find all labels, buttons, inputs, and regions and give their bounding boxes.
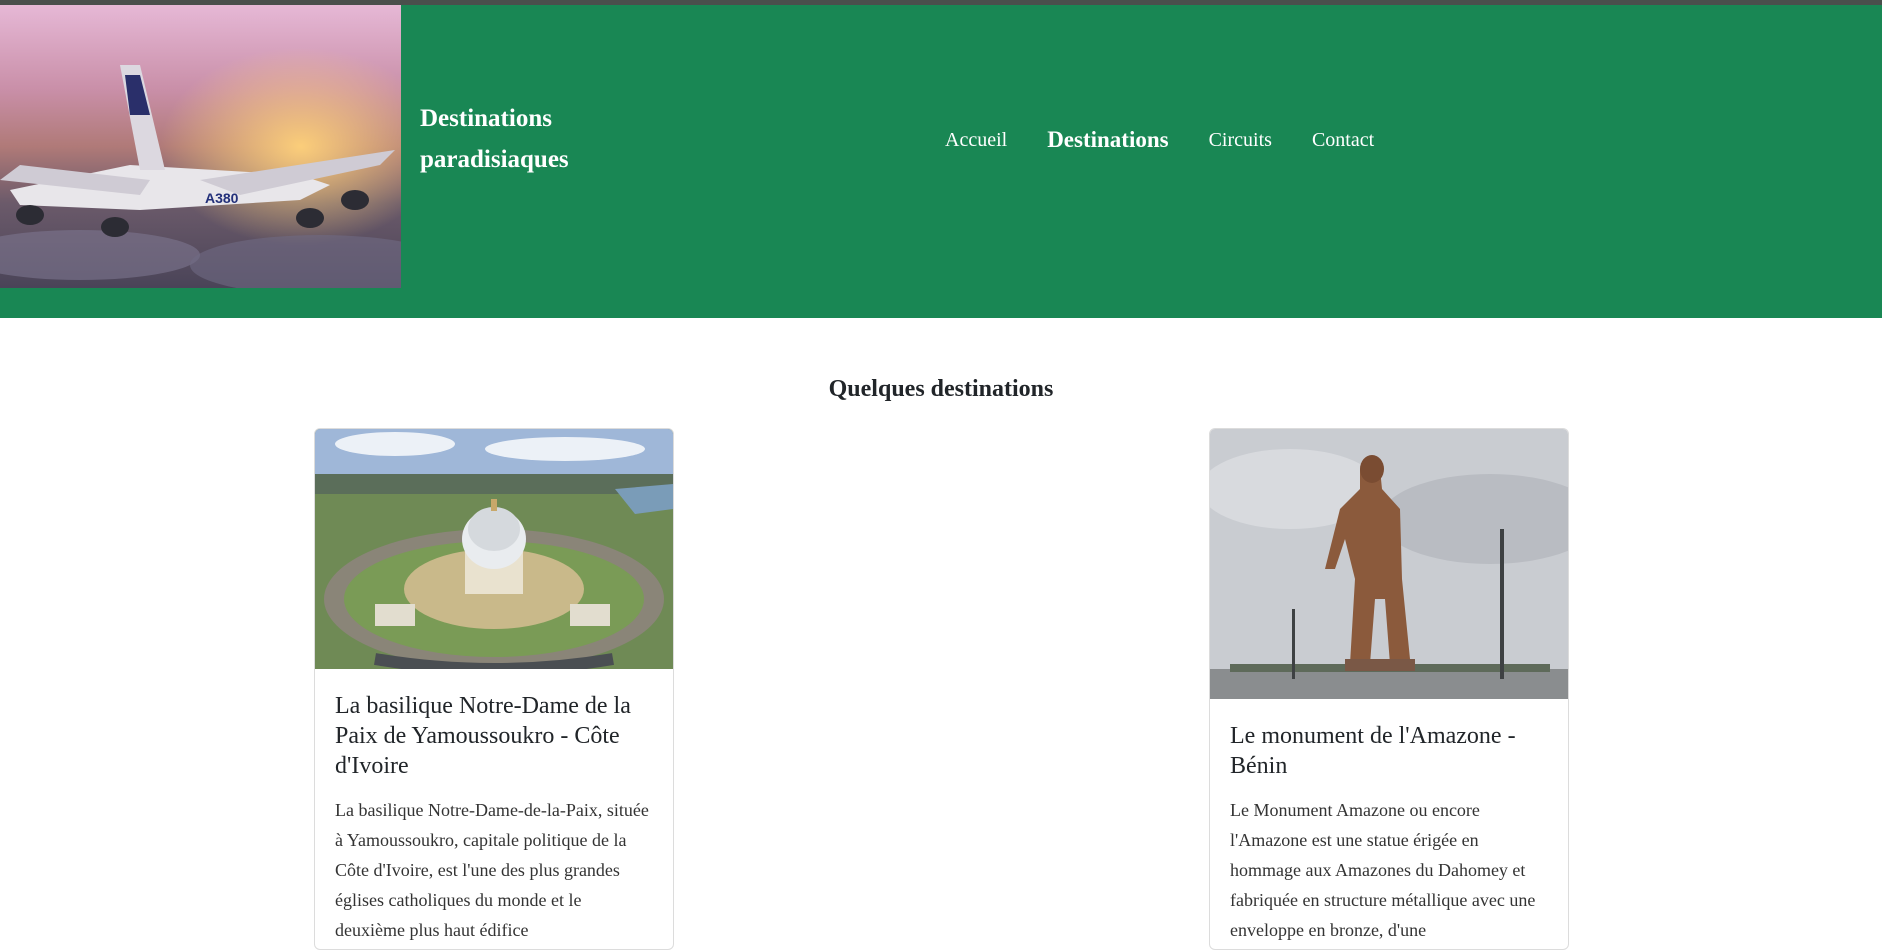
basilica-image	[315, 429, 673, 673]
hero-airplane-image: A380	[0, 5, 401, 288]
svg-text:A380: A380	[205, 190, 239, 206]
destination-card-basilique: La basilique Notre-Dame de la Paix de Ya…	[314, 428, 674, 950]
nav-circuits[interactable]: Circuits	[1209, 129, 1272, 152]
card-text: La basilique Notre-Dame-de-la-Paix, situ…	[335, 800, 649, 940]
card-text: Le Monument Amazone ou encore l'Amazone …	[1230, 800, 1536, 940]
card-title: Le monument de l'Amazone - Bénin	[1230, 723, 1516, 779]
site-title: Destinations paradisiaques	[420, 105, 569, 173]
destination-card-amazone: Le monument de l'Amazone - Bénin Le Monu…	[1209, 428, 1569, 950]
card-title: La basilique Notre-Dame de la Paix de Ya…	[335, 693, 631, 779]
amazone-statue-image	[1210, 429, 1568, 703]
nav-destinations[interactable]: Destinations	[1047, 127, 1168, 153]
nav-accueil[interactable]: Accueil	[945, 129, 1007, 152]
main-navigation: Accueil Destinations Circuits Contact	[945, 120, 1414, 160]
nav-contact[interactable]: Contact	[1312, 129, 1374, 152]
section-title: Quelques destinations	[828, 376, 1054, 402]
